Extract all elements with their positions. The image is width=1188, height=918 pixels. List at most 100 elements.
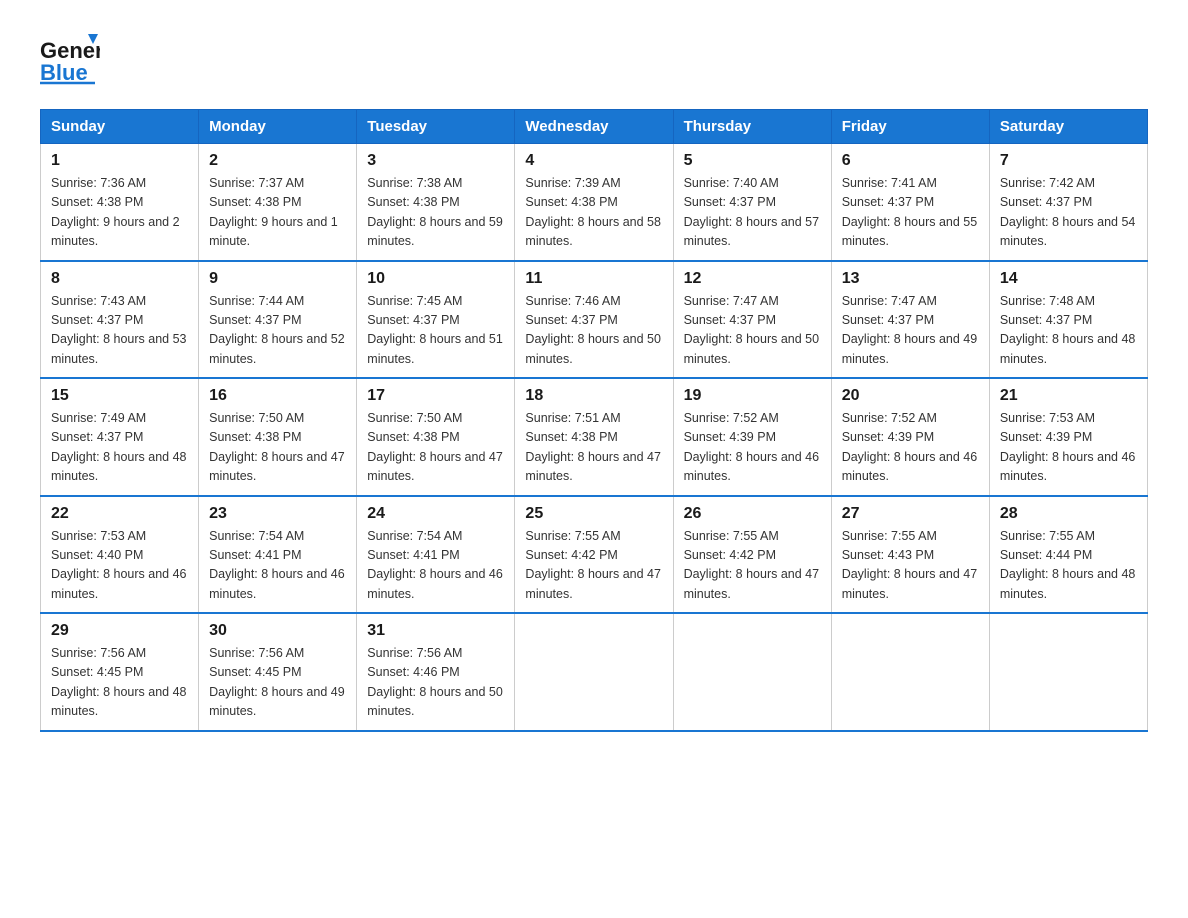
day-number: 5 [684,152,821,170]
calendar-cell [673,613,831,731]
day-info: Sunrise: 7:40 AMSunset: 4:37 PMDaylight:… [684,176,820,248]
calendar-table: SundayMondayTuesdayWednesdayThursdayFrid… [40,109,1148,732]
calendar-cell: 2 Sunrise: 7:37 AMSunset: 4:38 PMDaylight… [199,144,357,261]
day-number: 22 [51,505,188,523]
day-info: Sunrise: 7:54 AMSunset: 4:41 PMDaylight:… [367,529,503,601]
weekday-header-thursday: Thursday [673,110,831,144]
calendar-cell: 27 Sunrise: 7:55 AMSunset: 4:43 PMDayligh… [831,496,989,614]
calendar-cell: 31 Sunrise: 7:56 AMSunset: 4:46 PMDayligh… [357,613,515,731]
day-info: Sunrise: 7:51 AMSunset: 4:38 PMDaylight:… [525,411,661,483]
weekday-header-monday: Monday [199,110,357,144]
day-number: 24 [367,505,504,523]
day-number: 2 [209,152,346,170]
calendar-cell: 3 Sunrise: 7:38 AMSunset: 4:38 PMDaylight… [357,144,515,261]
calendar-cell: 7 Sunrise: 7:42 AMSunset: 4:37 PMDaylight… [989,144,1147,261]
calendar-cell: 6Sunrise: 7:41 AMSunset: 4:37 PMDaylight… [831,144,989,261]
day-info: Sunrise: 7:48 AMSunset: 4:37 PMDaylight:… [1000,294,1136,366]
weekday-header-saturday: Saturday [989,110,1147,144]
day-info: Sunrise: 7:52 AMSunset: 4:39 PMDaylight:… [842,411,978,483]
day-number: 26 [684,505,821,523]
day-info: Sunrise: 7:44 AMSunset: 4:37 PMDaylight:… [209,294,345,366]
day-info: Sunrise: 7:45 AMSunset: 4:37 PMDaylight:… [367,294,503,366]
calendar-cell [831,613,989,731]
calendar-cell: 16 Sunrise: 7:50 AMSunset: 4:38 PMDayligh… [199,378,357,496]
calendar-cell: 20 Sunrise: 7:52 AMSunset: 4:39 PMDayligh… [831,378,989,496]
calendar-cell: 14 Sunrise: 7:48 AMSunset: 4:37 PMDayligh… [989,261,1147,379]
calendar-cell: 10Sunrise: 7:45 AMSunset: 4:37 PMDayligh… [357,261,515,379]
day-number: 30 [209,622,346,640]
calendar-cell: 26 Sunrise: 7:55 AMSunset: 4:42 PMDayligh… [673,496,831,614]
calendar-cell: 24 Sunrise: 7:54 AMSunset: 4:41 PMDayligh… [357,496,515,614]
calendar-cell: 25 Sunrise: 7:55 AMSunset: 4:42 PMDayligh… [515,496,673,614]
day-number: 11 [525,270,662,288]
day-number: 17 [367,387,504,405]
weekday-header-sunday: Sunday [41,110,199,144]
day-info: Sunrise: 7:37 AMSunset: 4:38 PMDaylight:… [209,176,338,248]
calendar-cell: 29Sunrise: 7:56 AMSunset: 4:45 PMDayligh… [41,613,199,731]
calendar-cell: 28 Sunrise: 7:55 AMSunset: 4:44 PMDayligh… [989,496,1147,614]
calendar-cell: 11 Sunrise: 7:46 AMSunset: 4:37 PMDayligh… [515,261,673,379]
day-number: 31 [367,622,504,640]
day-number: 4 [525,152,662,170]
day-info: Sunrise: 7:46 AMSunset: 4:37 PMDaylight:… [525,294,661,366]
day-info: Sunrise: 7:55 AMSunset: 4:42 PMDaylight:… [684,529,820,601]
day-number: 8 [51,270,188,288]
calendar-cell: 9Sunrise: 7:44 AMSunset: 4:37 PMDaylight… [199,261,357,379]
day-info: Sunrise: 7:55 AMSunset: 4:44 PMDaylight:… [1000,529,1136,601]
day-number: 3 [367,152,504,170]
day-info: Sunrise: 7:52 AMSunset: 4:39 PMDaylight:… [684,411,820,483]
calendar-cell: 19 Sunrise: 7:52 AMSunset: 4:39 PMDayligh… [673,378,831,496]
day-number: 14 [1000,270,1137,288]
calendar-cell: 18Sunrise: 7:51 AMSunset: 4:38 PMDayligh… [515,378,673,496]
calendar-cell: 5 Sunrise: 7:40 AMSunset: 4:37 PMDaylight… [673,144,831,261]
day-info: Sunrise: 7:54 AMSunset: 4:41 PMDaylight:… [209,529,345,601]
calendar-cell [515,613,673,731]
day-number: 15 [51,387,188,405]
day-number: 27 [842,505,979,523]
day-number: 21 [1000,387,1137,405]
svg-text:Blue: Blue [40,60,88,85]
calendar-cell [989,613,1147,731]
day-number: 28 [1000,505,1137,523]
calendar-cell: 12 Sunrise: 7:47 AMSunset: 4:37 PMDayligh… [673,261,831,379]
calendar-body: 1 Sunrise: 7:36 AMSunset: 4:38 PMDaylight… [41,144,1148,731]
calendar-cell: 1 Sunrise: 7:36 AMSunset: 4:38 PMDaylight… [41,144,199,261]
weekday-header-tuesday: Tuesday [357,110,515,144]
header: General Blue [40,30,1148,85]
calendar-week-4: 22 Sunrise: 7:53 AMSunset: 4:40 PMDayligh… [41,496,1148,614]
day-info: Sunrise: 7:55 AMSunset: 4:42 PMDaylight:… [525,529,661,601]
calendar-header: SundayMondayTuesdayWednesdayThursdayFrid… [41,110,1148,144]
day-number: 16 [209,387,346,405]
day-number: 20 [842,387,979,405]
day-info: Sunrise: 7:41 AMSunset: 4:37 PMDaylight:… [842,176,978,248]
calendar-cell: 13 Sunrise: 7:47 AMSunset: 4:37 PMDayligh… [831,261,989,379]
day-number: 23 [209,505,346,523]
day-info: Sunrise: 7:36 AMSunset: 4:38 PMDaylight:… [51,176,180,248]
day-number: 12 [684,270,821,288]
day-info: Sunrise: 7:43 AMSunset: 4:37 PMDaylight:… [51,294,187,366]
day-number: 1 [51,152,188,170]
day-info: Sunrise: 7:49 AMSunset: 4:37 PMDaylight:… [51,411,187,483]
day-info: Sunrise: 7:38 AMSunset: 4:38 PMDaylight:… [367,176,503,248]
weekday-header-friday: Friday [831,110,989,144]
day-number: 7 [1000,152,1137,170]
day-info: Sunrise: 7:50 AMSunset: 4:38 PMDaylight:… [367,411,503,483]
day-info: Sunrise: 7:56 AMSunset: 4:46 PMDaylight:… [367,646,503,718]
calendar-week-3: 15 Sunrise: 7:49 AMSunset: 4:37 PMDayligh… [41,378,1148,496]
calendar-cell: 22 Sunrise: 7:53 AMSunset: 4:40 PMDayligh… [41,496,199,614]
calendar-week-1: 1 Sunrise: 7:36 AMSunset: 4:38 PMDaylight… [41,144,1148,261]
day-number: 13 [842,270,979,288]
day-info: Sunrise: 7:39 AMSunset: 4:38 PMDaylight:… [525,176,661,248]
day-info: Sunrise: 7:50 AMSunset: 4:38 PMDaylight:… [209,411,345,483]
day-info: Sunrise: 7:56 AMSunset: 4:45 PMDaylight:… [209,646,345,718]
day-info: Sunrise: 7:55 AMSunset: 4:43 PMDaylight:… [842,529,978,601]
day-number: 25 [525,505,662,523]
day-info: Sunrise: 7:47 AMSunset: 4:37 PMDaylight:… [684,294,820,366]
day-info: Sunrise: 7:42 AMSunset: 4:37 PMDaylight:… [1000,176,1136,248]
calendar-cell: 23 Sunrise: 7:54 AMSunset: 4:41 PMDayligh… [199,496,357,614]
day-number: 19 [684,387,821,405]
day-info: Sunrise: 7:47 AMSunset: 4:37 PMDaylight:… [842,294,978,366]
logo-icon: General Blue [40,30,100,85]
calendar-cell: 21Sunrise: 7:53 AMSunset: 4:39 PMDayligh… [989,378,1147,496]
day-info: Sunrise: 7:53 AMSunset: 4:40 PMDaylight:… [51,529,187,601]
